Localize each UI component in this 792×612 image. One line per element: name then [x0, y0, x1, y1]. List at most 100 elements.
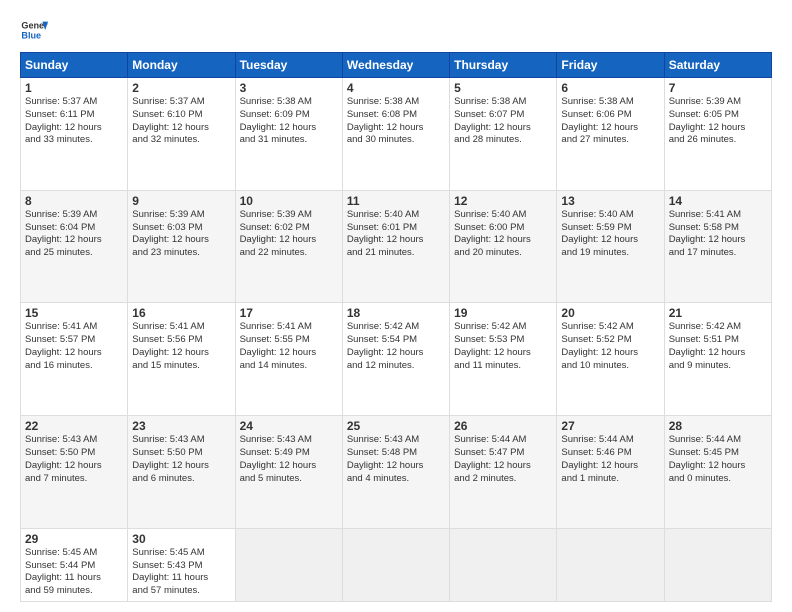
- calendar-cell: 4Sunrise: 5:38 AM Sunset: 6:08 PM Daylig…: [342, 78, 449, 191]
- calendar-cell: [235, 528, 342, 601]
- calendar-cell: 24Sunrise: 5:43 AM Sunset: 5:49 PM Dayli…: [235, 416, 342, 529]
- calendar-cell: 30Sunrise: 5:45 AM Sunset: 5:43 PM Dayli…: [128, 528, 235, 601]
- weekday-header: Monday: [128, 53, 235, 78]
- day-info: Sunrise: 5:41 AM Sunset: 5:55 PM Dayligh…: [240, 321, 338, 372]
- day-number: 5: [454, 81, 552, 95]
- calendar-cell: 9Sunrise: 5:39 AM Sunset: 6:03 PM Daylig…: [128, 190, 235, 303]
- calendar-cell: 20Sunrise: 5:42 AM Sunset: 5:52 PM Dayli…: [557, 303, 664, 416]
- day-info: Sunrise: 5:43 AM Sunset: 5:50 PM Dayligh…: [25, 434, 123, 485]
- calendar-cell: [342, 528, 449, 601]
- day-info: Sunrise: 5:42 AM Sunset: 5:54 PM Dayligh…: [347, 321, 445, 372]
- day-number: 27: [561, 419, 659, 433]
- header: General Blue: [20, 16, 772, 44]
- day-number: 26: [454, 419, 552, 433]
- day-number: 30: [132, 532, 230, 546]
- day-number: 15: [25, 306, 123, 320]
- logo: General Blue: [20, 16, 48, 44]
- day-info: Sunrise: 5:44 AM Sunset: 5:46 PM Dayligh…: [561, 434, 659, 485]
- day-number: 4: [347, 81, 445, 95]
- calendar-cell: 5Sunrise: 5:38 AM Sunset: 6:07 PM Daylig…: [450, 78, 557, 191]
- day-info: Sunrise: 5:41 AM Sunset: 5:56 PM Dayligh…: [132, 321, 230, 372]
- day-number: 18: [347, 306, 445, 320]
- calendar-cell: 7Sunrise: 5:39 AM Sunset: 6:05 PM Daylig…: [664, 78, 771, 191]
- day-info: Sunrise: 5:43 AM Sunset: 5:49 PM Dayligh…: [240, 434, 338, 485]
- day-number: 17: [240, 306, 338, 320]
- day-number: 14: [669, 194, 767, 208]
- calendar-cell: 6Sunrise: 5:38 AM Sunset: 6:06 PM Daylig…: [557, 78, 664, 191]
- day-number: 2: [132, 81, 230, 95]
- day-info: Sunrise: 5:44 AM Sunset: 5:47 PM Dayligh…: [454, 434, 552, 485]
- day-number: 23: [132, 419, 230, 433]
- day-info: Sunrise: 5:41 AM Sunset: 5:58 PM Dayligh…: [669, 209, 767, 260]
- day-info: Sunrise: 5:42 AM Sunset: 5:52 PM Dayligh…: [561, 321, 659, 372]
- calendar-cell: 27Sunrise: 5:44 AM Sunset: 5:46 PM Dayli…: [557, 416, 664, 529]
- day-info: Sunrise: 5:43 AM Sunset: 5:50 PM Dayligh…: [132, 434, 230, 485]
- calendar-cell: 14Sunrise: 5:41 AM Sunset: 5:58 PM Dayli…: [664, 190, 771, 303]
- day-info: Sunrise: 5:41 AM Sunset: 5:57 PM Dayligh…: [25, 321, 123, 372]
- calendar-cell: 23Sunrise: 5:43 AM Sunset: 5:50 PM Dayli…: [128, 416, 235, 529]
- day-number: 22: [25, 419, 123, 433]
- day-info: Sunrise: 5:45 AM Sunset: 5:44 PM Dayligh…: [25, 547, 123, 598]
- day-number: 19: [454, 306, 552, 320]
- day-info: Sunrise: 5:45 AM Sunset: 5:43 PM Dayligh…: [132, 547, 230, 598]
- day-info: Sunrise: 5:39 AM Sunset: 6:05 PM Dayligh…: [669, 96, 767, 147]
- day-info: Sunrise: 5:40 AM Sunset: 6:00 PM Dayligh…: [454, 209, 552, 260]
- calendar-cell: 29Sunrise: 5:45 AM Sunset: 5:44 PM Dayli…: [21, 528, 128, 601]
- day-info: Sunrise: 5:40 AM Sunset: 6:01 PM Dayligh…: [347, 209, 445, 260]
- day-info: Sunrise: 5:38 AM Sunset: 6:09 PM Dayligh…: [240, 96, 338, 147]
- calendar-cell: 13Sunrise: 5:40 AM Sunset: 5:59 PM Dayli…: [557, 190, 664, 303]
- day-info: Sunrise: 5:38 AM Sunset: 6:06 PM Dayligh…: [561, 96, 659, 147]
- day-number: 28: [669, 419, 767, 433]
- day-info: Sunrise: 5:38 AM Sunset: 6:08 PM Dayligh…: [347, 96, 445, 147]
- calendar-cell: 12Sunrise: 5:40 AM Sunset: 6:00 PM Dayli…: [450, 190, 557, 303]
- day-info: Sunrise: 5:39 AM Sunset: 6:04 PM Dayligh…: [25, 209, 123, 260]
- page: General Blue SundayMondayTuesdayWednesda…: [0, 0, 792, 612]
- calendar-cell: 18Sunrise: 5:42 AM Sunset: 5:54 PM Dayli…: [342, 303, 449, 416]
- day-number: 29: [25, 532, 123, 546]
- weekday-header: Sunday: [21, 53, 128, 78]
- day-info: Sunrise: 5:42 AM Sunset: 5:53 PM Dayligh…: [454, 321, 552, 372]
- day-info: Sunrise: 5:43 AM Sunset: 5:48 PM Dayligh…: [347, 434, 445, 485]
- day-number: 10: [240, 194, 338, 208]
- day-number: 12: [454, 194, 552, 208]
- day-info: Sunrise: 5:38 AM Sunset: 6:07 PM Dayligh…: [454, 96, 552, 147]
- weekday-header: Wednesday: [342, 53, 449, 78]
- day-info: Sunrise: 5:42 AM Sunset: 5:51 PM Dayligh…: [669, 321, 767, 372]
- day-number: 11: [347, 194, 445, 208]
- day-info: Sunrise: 5:37 AM Sunset: 6:10 PM Dayligh…: [132, 96, 230, 147]
- calendar-cell: 22Sunrise: 5:43 AM Sunset: 5:50 PM Dayli…: [21, 416, 128, 529]
- day-info: Sunrise: 5:39 AM Sunset: 6:02 PM Dayligh…: [240, 209, 338, 260]
- day-number: 8: [25, 194, 123, 208]
- calendar-cell: 26Sunrise: 5:44 AM Sunset: 5:47 PM Dayli…: [450, 416, 557, 529]
- calendar-cell: 21Sunrise: 5:42 AM Sunset: 5:51 PM Dayli…: [664, 303, 771, 416]
- calendar-cell: [664, 528, 771, 601]
- calendar-cell: 10Sunrise: 5:39 AM Sunset: 6:02 PM Dayli…: [235, 190, 342, 303]
- weekday-header: Tuesday: [235, 53, 342, 78]
- calendar-cell: 15Sunrise: 5:41 AM Sunset: 5:57 PM Dayli…: [21, 303, 128, 416]
- day-info: Sunrise: 5:39 AM Sunset: 6:03 PM Dayligh…: [132, 209, 230, 260]
- calendar-cell: 3Sunrise: 5:38 AM Sunset: 6:09 PM Daylig…: [235, 78, 342, 191]
- calendar-cell: [450, 528, 557, 601]
- svg-text:Blue: Blue: [21, 30, 41, 40]
- calendar-cell: 17Sunrise: 5:41 AM Sunset: 5:55 PM Dayli…: [235, 303, 342, 416]
- calendar-cell: 16Sunrise: 5:41 AM Sunset: 5:56 PM Dayli…: [128, 303, 235, 416]
- day-number: 13: [561, 194, 659, 208]
- day-number: 16: [132, 306, 230, 320]
- logo-icon: General Blue: [20, 16, 48, 44]
- day-number: 3: [240, 81, 338, 95]
- day-number: 20: [561, 306, 659, 320]
- day-number: 24: [240, 419, 338, 433]
- day-number: 9: [132, 194, 230, 208]
- weekday-header: Friday: [557, 53, 664, 78]
- calendar-cell: [557, 528, 664, 601]
- day-info: Sunrise: 5:44 AM Sunset: 5:45 PM Dayligh…: [669, 434, 767, 485]
- weekday-header: Saturday: [664, 53, 771, 78]
- day-number: 6: [561, 81, 659, 95]
- day-number: 1: [25, 81, 123, 95]
- calendar-cell: 1Sunrise: 5:37 AM Sunset: 6:11 PM Daylig…: [21, 78, 128, 191]
- weekday-header: Thursday: [450, 53, 557, 78]
- calendar-cell: 2Sunrise: 5:37 AM Sunset: 6:10 PM Daylig…: [128, 78, 235, 191]
- day-number: 7: [669, 81, 767, 95]
- day-number: 21: [669, 306, 767, 320]
- calendar-cell: 25Sunrise: 5:43 AM Sunset: 5:48 PM Dayli…: [342, 416, 449, 529]
